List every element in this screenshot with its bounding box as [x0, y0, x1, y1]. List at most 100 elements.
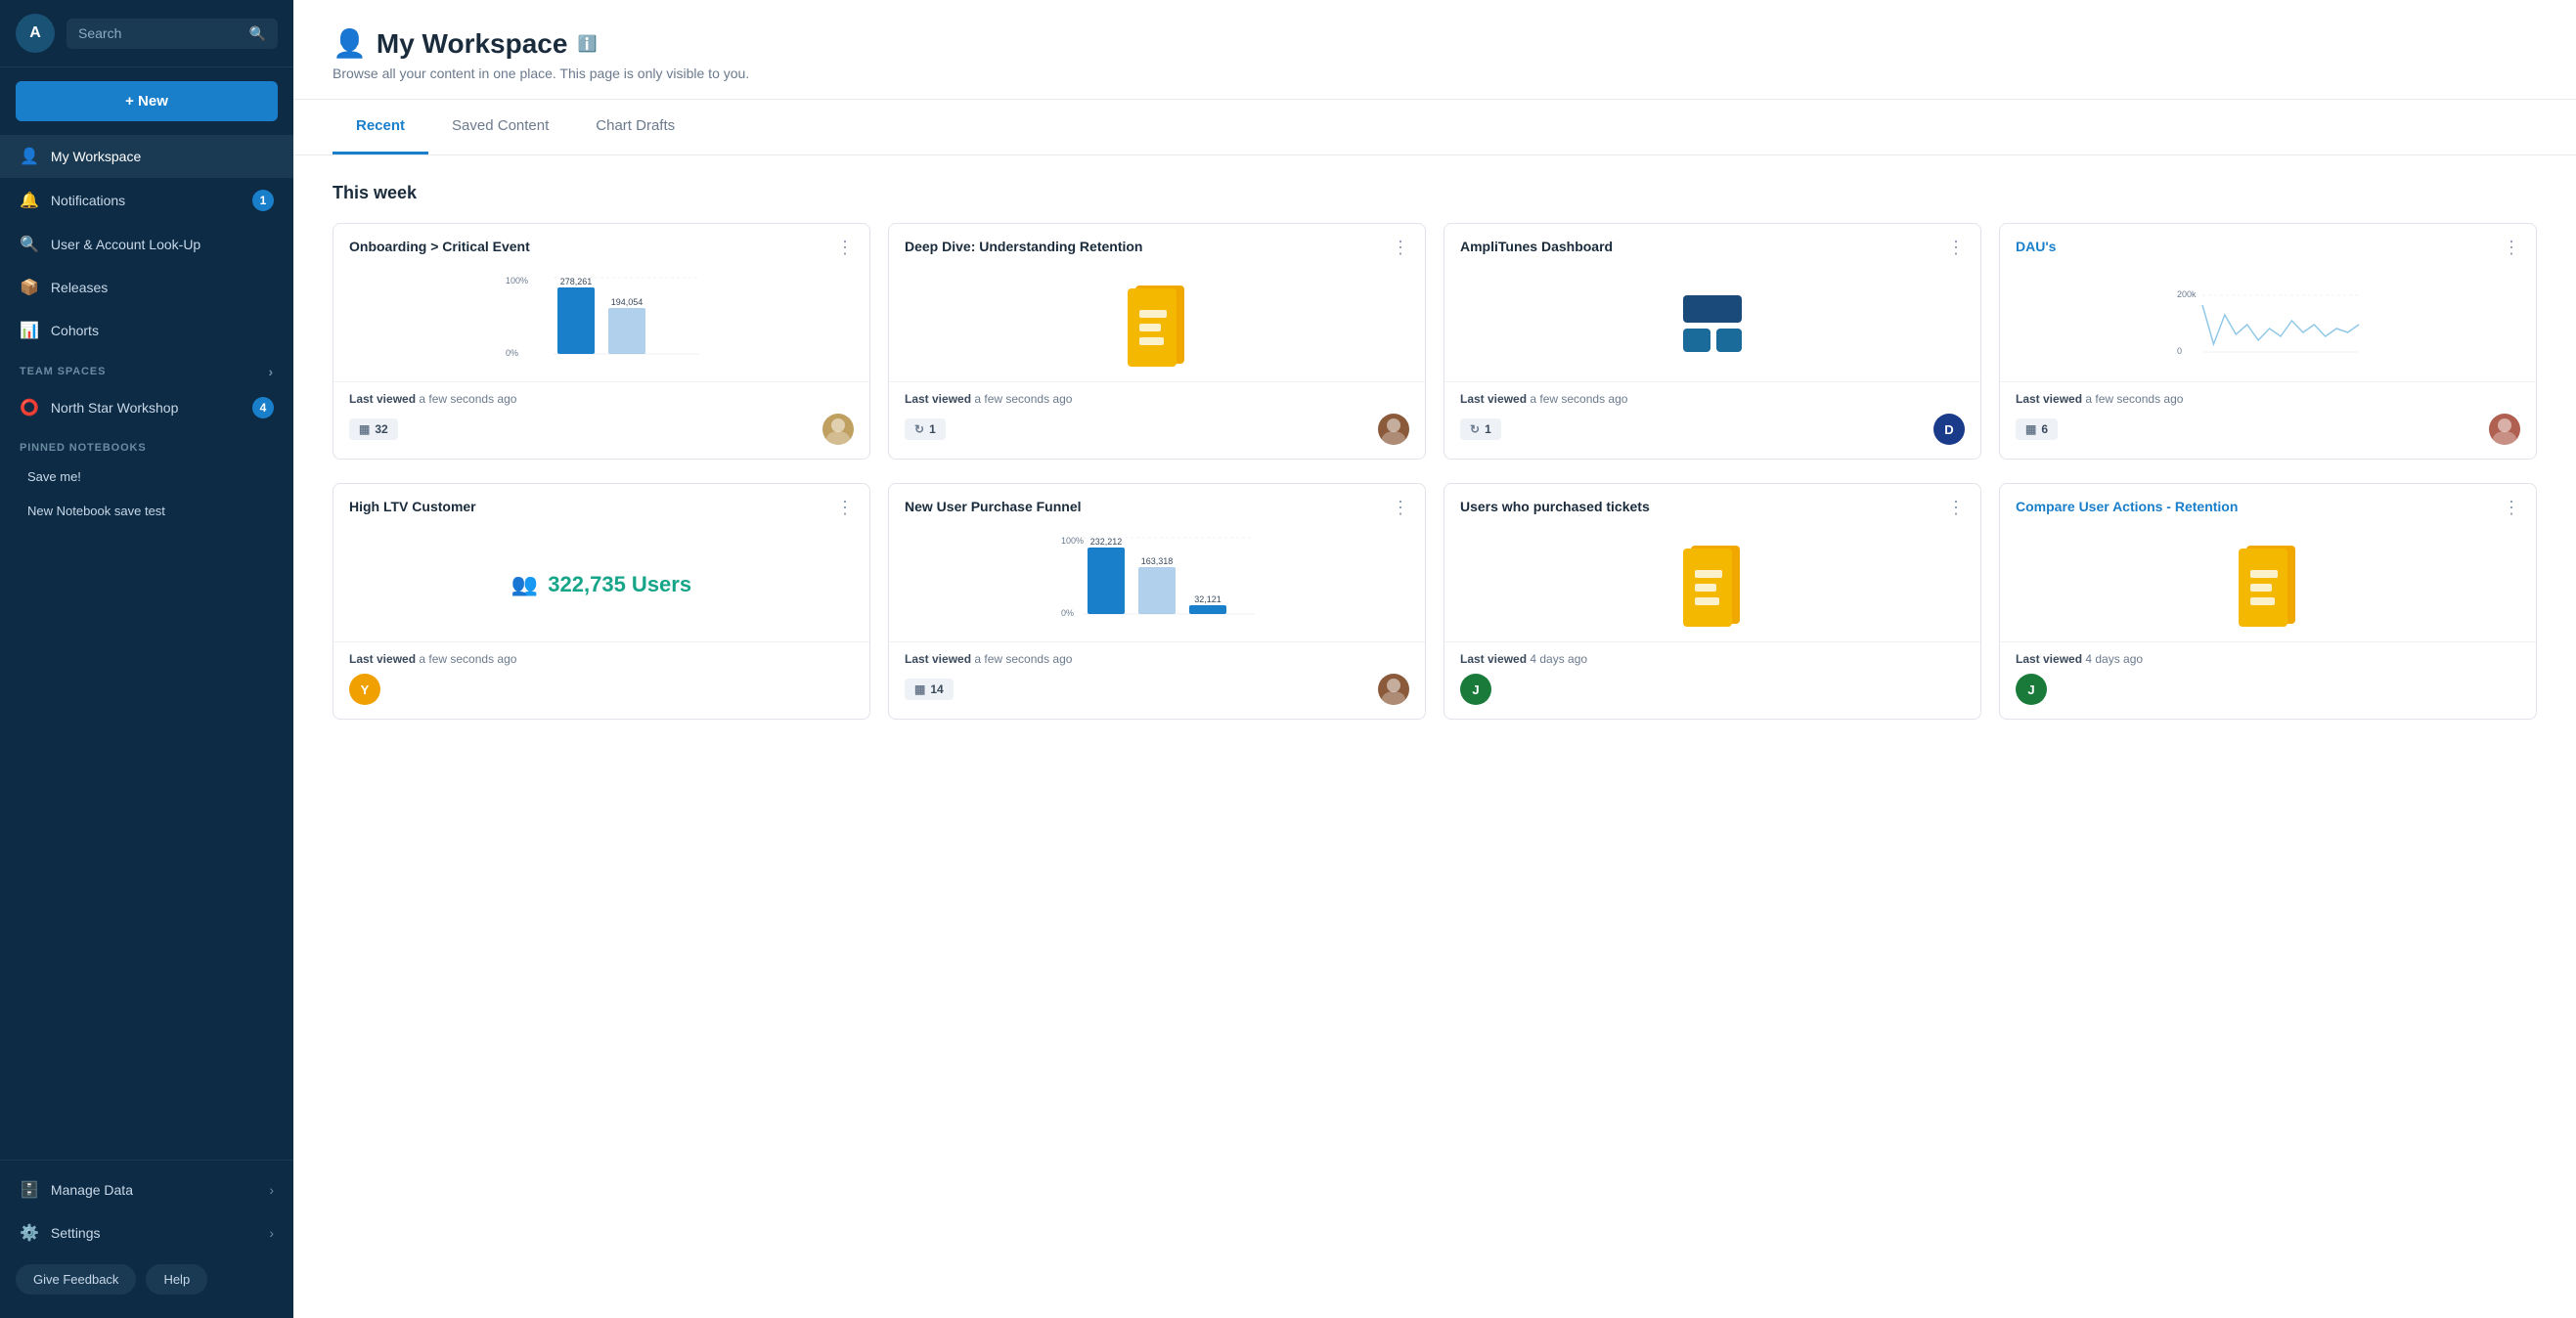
last-viewed-label: Last viewed — [905, 392, 971, 406]
avatar: J — [2016, 674, 2047, 705]
card-amplitunes-dashboard[interactable]: AmpliTunes Dashboard ⋮ Last viewed a few… — [1443, 223, 1981, 460]
badge-count: 1 — [929, 422, 936, 436]
card-title-users-purchased-tickets: Users who purchased tickets — [1460, 498, 1939, 516]
last-viewed-amplitunes-dashboard: Last viewed a few seconds ago — [1460, 392, 1965, 406]
last-viewed-label: Last viewed — [2016, 652, 2082, 666]
last-viewed-new-user-purchase: Last viewed a few seconds ago — [905, 652, 1409, 666]
nav-icon-releases: 📦 — [20, 278, 39, 297]
card-menu-deep-dive-retention[interactable]: ⋮ — [1392, 238, 1409, 258]
card-header-amplitunes-dashboard: AmpliTunes Dashboard ⋮ — [1444, 224, 1980, 268]
bottom-item-settings[interactable]: ⚙️ Settings › — [0, 1211, 293, 1254]
team-space-item-north-star[interactable]: ⭕ North Star Workshop 4 — [0, 385, 293, 430]
avatar — [1378, 414, 1409, 445]
bottom-icon-manage-data: 🗄️ — [20, 1180, 39, 1200]
card-daus[interactable]: DAU's ⋮ 200k 0 Last viewed a few seconds… — [1999, 223, 2537, 460]
sidebar-item-my-workspace[interactable]: 👤 My Workspace — [0, 135, 293, 178]
card-menu-amplitunes-dashboard[interactable]: ⋮ — [1947, 238, 1965, 258]
badge-icon: ▦ — [914, 682, 925, 696]
card-onboarding-critical[interactable]: Onboarding > Critical Event ⋮ 100% 0% 27… — [333, 223, 870, 460]
card-high-ltv[interactable]: High LTV Customer ⋮ 👥 322,735 Users Last… — [333, 483, 870, 720]
sidebar-item-cohorts[interactable]: 📊 Cohorts — [0, 309, 293, 352]
card-title-amplitunes-dashboard: AmpliTunes Dashboard — [1460, 238, 1939, 256]
pinned-item-new-notebook[interactable]: New Notebook save test — [0, 494, 293, 528]
help-button[interactable]: Help — [146, 1264, 207, 1295]
this-week-label: This week — [333, 183, 2537, 203]
avatar: Y — [349, 674, 380, 705]
team-spaces-expand-icon[interactable]: › — [268, 364, 274, 379]
card-badge: ▦ 14 — [905, 679, 954, 700]
card-menu-compare-user-actions[interactable]: ⋮ — [2503, 498, 2520, 518]
card-chart-deep-dive-retention — [889, 268, 1425, 381]
card-meta-deep-dive-retention: ↻ 1 — [905, 414, 1409, 445]
feedback-row: Give Feedback Help — [0, 1254, 293, 1310]
card-header-daus: DAU's ⋮ — [2000, 224, 2536, 268]
svg-text:0%: 0% — [506, 348, 518, 358]
card-new-user-purchase[interactable]: New User Purchase Funnel ⋮ 100% 0% 232,2… — [888, 483, 1426, 720]
card-menu-high-ltv[interactable]: ⋮ — [836, 498, 854, 518]
nav-icon-cohorts: 📊 — [20, 321, 39, 340]
card-menu-new-user-purchase[interactable]: ⋮ — [1392, 498, 1409, 518]
svg-text:100%: 100% — [506, 276, 528, 286]
last-viewed-high-ltv: Last viewed a few seconds ago — [349, 652, 854, 666]
sidebar-bottom: 🗄️ Manage Data › ⚙️ Settings › Give Feed… — [0, 1160, 293, 1318]
main-header: 👤 My Workspace ℹ️ Browse all your conten… — [293, 0, 2576, 100]
badge-icon: ↻ — [1470, 422, 1480, 436]
badge-count: 6 — [2041, 422, 2048, 436]
tab-recent[interactable]: Recent — [333, 100, 428, 154]
last-viewed-label: Last viewed — [349, 652, 416, 666]
card-footer-onboarding-critical: Last viewed a few seconds ago ▦ 32 — [333, 381, 869, 459]
sidebar-item-releases[interactable]: 📦 Releases — [0, 266, 293, 309]
nav-label-user-account: User & Account Look-Up — [51, 237, 200, 252]
sidebar-item-notifications[interactable]: 🔔 Notifications 1 — [0, 178, 293, 223]
card-deep-dive-retention[interactable]: Deep Dive: Understanding Retention ⋮ Las… — [888, 223, 1426, 460]
svg-text:0: 0 — [2177, 346, 2182, 356]
card-footer-daus: Last viewed a few seconds ago ▦ 6 — [2000, 381, 2536, 459]
last-viewed-onboarding-critical: Last viewed a few seconds ago — [349, 392, 854, 406]
sidebar-nav: 👤 My Workspace 🔔 Notifications 1 🔍 User … — [0, 135, 293, 1160]
last-viewed-label: Last viewed — [349, 392, 416, 406]
card-menu-users-purchased-tickets[interactable]: ⋮ — [1947, 498, 1965, 518]
avatar: J — [1460, 674, 1491, 705]
card-chart-daus: 200k 0 — [2000, 268, 2536, 381]
badge-count: 1 — [1485, 422, 1491, 436]
info-icon[interactable]: ℹ️ — [577, 34, 597, 54]
card-header-deep-dive-retention: Deep Dive: Understanding Retention ⋮ — [889, 224, 1425, 268]
pinned-notebooks-header: PINNED NOTEBOOKS — [0, 430, 293, 460]
svg-text:0%: 0% — [1061, 608, 1074, 618]
nav-badge-notifications: 1 — [252, 190, 274, 211]
page-title-row: 👤 My Workspace ℹ️ — [333, 27, 2537, 60]
sidebar-item-user-account[interactable]: 🔍 User & Account Look-Up — [0, 223, 293, 266]
tab-chart-drafts[interactable]: Chart Drafts — [572, 100, 698, 154]
card-footer-new-user-purchase: Last viewed a few seconds ago ▦ 14 — [889, 641, 1425, 719]
card-chart-users-purchased-tickets — [1444, 528, 1980, 641]
tab-saved-content[interactable]: Saved Content — [428, 100, 572, 154]
card-users-purchased-tickets[interactable]: Users who purchased tickets ⋮ Last viewe… — [1443, 483, 1981, 720]
svg-text:200k: 200k — [2177, 289, 2197, 299]
metric-display: 👥 322,735 Users — [511, 572, 691, 597]
metric-icon: 👥 — [511, 572, 538, 597]
pinned-item-save-me[interactable]: Save me! — [0, 460, 293, 494]
card-chart-amplitunes-dashboard — [1444, 268, 1980, 381]
avatar — [2489, 414, 2520, 445]
app-logo[interactable]: A — [16, 14, 55, 53]
nav-icon-my-workspace: 👤 — [20, 147, 39, 166]
last-viewed-label: Last viewed — [1460, 392, 1527, 406]
svg-text:163,318: 163,318 — [1141, 556, 1174, 566]
card-footer-users-purchased-tickets: Last viewed 4 days ago J — [1444, 641, 1980, 719]
card-header-compare-user-actions: Compare User Actions - Retention ⋮ — [2000, 484, 2536, 528]
feedback-button[interactable]: Give Feedback — [16, 1264, 136, 1295]
card-chart-compare-user-actions — [2000, 528, 2536, 641]
nav-label-releases: Releases — [51, 280, 108, 295]
card-chart-high-ltv: 👥 322,735 Users — [333, 528, 869, 641]
card-footer-high-ltv: Last viewed a few seconds ago Y — [333, 641, 869, 719]
last-viewed-label: Last viewed — [905, 652, 971, 666]
card-compare-user-actions[interactable]: Compare User Actions - Retention ⋮ Last … — [1999, 483, 2537, 720]
card-title-deep-dive-retention: Deep Dive: Understanding Retention — [905, 238, 1384, 256]
bottom-item-manage-data[interactable]: 🗄️ Manage Data › — [0, 1168, 293, 1211]
card-title-daus: DAU's — [2016, 238, 2495, 256]
main-content: 👤 My Workspace ℹ️ Browse all your conten… — [293, 0, 2576, 1318]
new-button[interactable]: + New — [16, 81, 278, 121]
card-menu-daus[interactable]: ⋮ — [2503, 238, 2520, 258]
card-menu-onboarding-critical[interactable]: ⋮ — [836, 238, 854, 258]
search-bar[interactable]: Search 🔍 — [67, 19, 278, 49]
